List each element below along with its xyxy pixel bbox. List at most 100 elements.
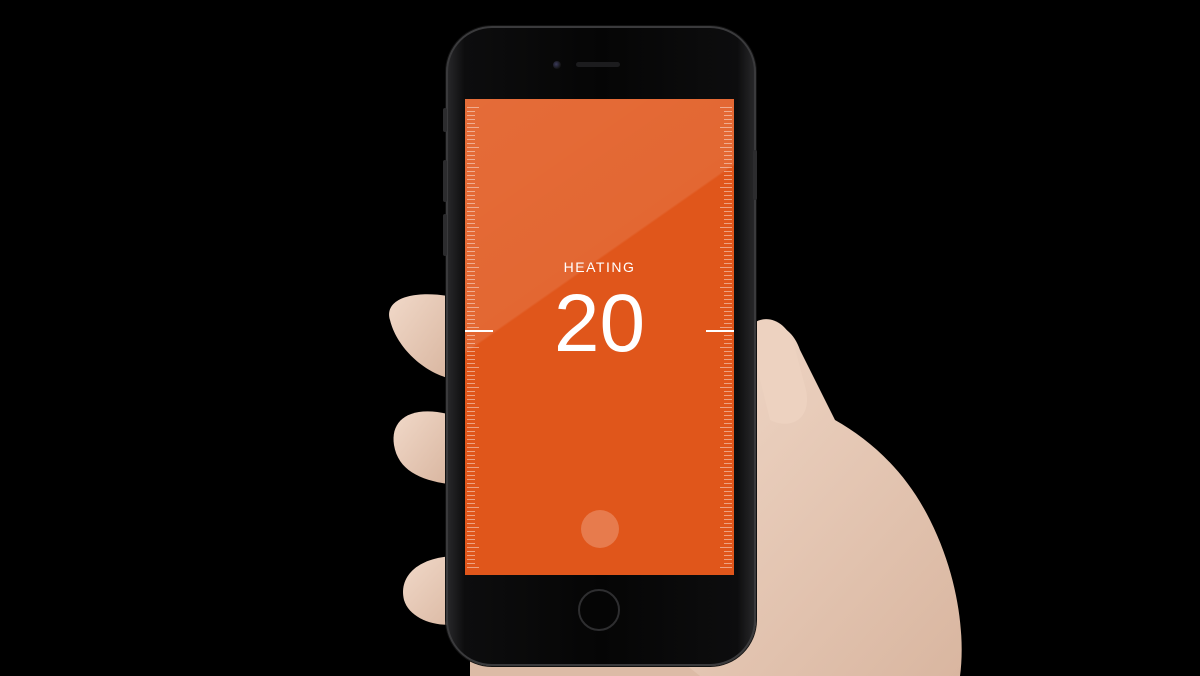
scale-tick	[724, 451, 732, 452]
scale-tick	[724, 183, 732, 184]
scale-tick	[467, 131, 475, 132]
scale-tick	[467, 391, 475, 392]
scale-tick	[724, 199, 732, 200]
scale-tick	[720, 207, 732, 208]
scale-tick	[724, 459, 732, 460]
scale-tick	[467, 159, 475, 160]
scale-tick	[467, 243, 475, 244]
scale-tick	[724, 399, 732, 400]
scale-tick	[724, 519, 732, 520]
scale-tick	[467, 375, 475, 376]
scale-tick	[720, 467, 732, 468]
scale-tick	[467, 231, 475, 232]
scale-tick	[467, 459, 475, 460]
scale-tick	[724, 135, 732, 136]
scale-tick	[467, 147, 479, 148]
scale-tick	[467, 199, 475, 200]
scale-tick	[467, 251, 475, 252]
scale-tick	[720, 247, 732, 248]
drag-knob-icon[interactable]	[581, 510, 619, 548]
scale-tick	[467, 383, 475, 384]
scale-tick	[467, 387, 479, 388]
scale-tick	[467, 455, 475, 456]
scale-tick	[724, 179, 732, 180]
scale-tick	[467, 399, 475, 400]
scale-tick	[467, 195, 475, 196]
scale-tick	[467, 559, 475, 560]
scale-tick	[724, 371, 732, 372]
front-camera-icon	[553, 61, 561, 69]
scale-tick	[724, 171, 732, 172]
scale-tick	[467, 431, 475, 432]
scale-tick	[724, 255, 732, 256]
scale-tick	[467, 507, 479, 508]
scale-tick	[720, 187, 732, 188]
scale-tick	[724, 435, 732, 436]
scale-tick	[724, 211, 732, 212]
scale-tick	[724, 243, 732, 244]
scale-tick	[467, 235, 475, 236]
scale-tick	[724, 163, 732, 164]
scale-tick	[467, 219, 475, 220]
scale-tick	[724, 523, 732, 524]
scale-tick	[724, 231, 732, 232]
scale-tick	[467, 183, 475, 184]
scale-tick	[724, 499, 732, 500]
scale-tick	[467, 563, 475, 564]
scale-tick	[724, 471, 732, 472]
scale-tick	[467, 491, 475, 492]
scale-tick	[467, 543, 475, 544]
scale-tick	[467, 499, 475, 500]
scale-tick	[467, 127, 479, 128]
scale-tick	[724, 175, 732, 176]
scale-tick	[720, 387, 732, 388]
scale-tick	[724, 143, 732, 144]
scale-tick	[724, 251, 732, 252]
scale-tick	[467, 107, 479, 108]
scale-tick	[467, 115, 475, 116]
scale-tick	[467, 223, 475, 224]
scale-tick	[467, 371, 475, 372]
scale-tick	[467, 511, 475, 512]
scale-tick	[467, 435, 475, 436]
scale-tick	[724, 219, 732, 220]
scale-tick	[467, 523, 475, 524]
scale-tick	[724, 559, 732, 560]
scale-tick	[467, 119, 475, 120]
scale-tick	[467, 407, 479, 408]
thermostat-screen[interactable]: HEATING 20	[465, 99, 734, 575]
scale-tick	[724, 395, 732, 396]
scale-tick	[467, 535, 475, 536]
mode-label: HEATING	[563, 259, 636, 275]
scale-tick	[720, 547, 732, 548]
scale-tick	[724, 495, 732, 496]
scale-tick	[724, 235, 732, 236]
scale-tick	[467, 167, 479, 168]
scale-tick	[724, 411, 732, 412]
scale-tick	[467, 143, 475, 144]
home-button[interactable]	[578, 589, 620, 631]
scale-tick	[724, 455, 732, 456]
scale-tick	[724, 159, 732, 160]
scale-tick	[724, 535, 732, 536]
scale-tick	[467, 503, 475, 504]
scale-tick	[467, 475, 475, 476]
scale-tick	[724, 155, 732, 156]
scale-tick	[720, 407, 732, 408]
scale-tick	[724, 443, 732, 444]
scale-tick	[720, 147, 732, 148]
scale-tick	[467, 191, 475, 192]
scale-tick	[724, 543, 732, 544]
scale-tick	[724, 223, 732, 224]
scale-tick	[724, 115, 732, 116]
scale-tick	[724, 119, 732, 120]
scale-tick	[724, 563, 732, 564]
scale-tick	[724, 151, 732, 152]
scale-tick	[724, 439, 732, 440]
scale-tick	[467, 175, 475, 176]
scale-tick	[467, 155, 475, 156]
scale-tick	[720, 447, 732, 448]
scale-tick	[467, 179, 475, 180]
scale-tick	[724, 531, 732, 532]
scale-tick	[724, 423, 732, 424]
